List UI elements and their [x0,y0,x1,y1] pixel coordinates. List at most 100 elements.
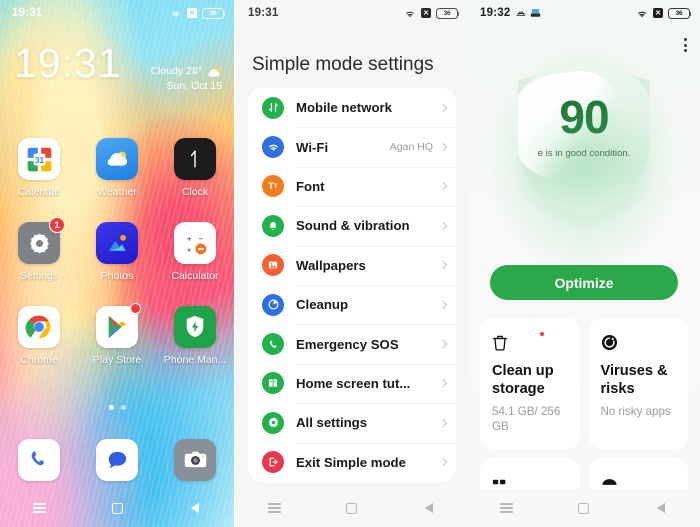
three-phone-screenshots: 19:31 ✕ 36 19:31 Cloudy 28° Sun, Oct 15 … [0,0,700,527]
status-bar-settings: 19:31 ✕ 36 [236,0,468,26]
settings-list: Mobile network Wi-Fi Agan HQ TT Font Sou… [248,88,456,482]
chrome-icon [18,306,60,348]
phone-panel-home: 19:31 ✕ 36 19:31 Cloudy 28° Sun, Oct 15 … [0,0,234,527]
settings-item-label: Home screen tut... [296,375,411,391]
card-viruses-and-risks[interactable]: Viruses & risks No risky apps [588,318,688,449]
settings-item-label: Cleanup [296,297,349,313]
trash-icon [492,331,568,353]
sound-vibration-icon [262,214,284,237]
dnd-icon: ✕ [421,8,431,18]
font-icon: TT [262,175,284,198]
navigation-bar-settings [236,489,468,527]
wifi-icon [170,8,182,19]
messages-icon [96,439,138,481]
app-label: Calculator [171,270,219,282]
dock [0,439,234,481]
settings-item-wifi[interactable]: Wi-Fi Agan HQ [248,127,456,166]
settings-item-label: Wallpapers [296,257,366,273]
wifi-icon [636,8,648,19]
card-clean-up-storage[interactable]: Clean up storage 54.1 GB/ 256 GB [480,318,580,449]
app-label: Phone Man... [163,354,227,366]
dnd-icon: ✕ [653,8,663,18]
home-button[interactable] [571,495,597,521]
page-dot-active[interactable] [108,405,114,410]
back-button[interactable] [182,495,208,521]
chevron-right-icon [438,300,448,309]
settings-item-cleanup[interactable]: Cleanup [248,284,456,324]
navigation-bar-manager [468,489,700,527]
card-subtitle: No risky apps [600,405,671,419]
app-label: Calendar [17,186,61,198]
app-item-play-store[interactable]: Play Store [78,303,156,366]
play-store-icon [96,303,141,348]
dock-item-messages[interactable] [78,439,156,481]
svg-text:31: 31 [34,154,44,164]
settings-item-label: Sound & vibration [296,218,410,234]
partly-cloudy-icon [206,66,222,78]
back-button[interactable] [648,495,674,521]
dock-item-camera[interactable] [156,439,234,481]
settings-item-emergency-sos[interactable]: Emergency SOS [248,324,456,363]
svg-text:−: − [198,234,203,243]
optimize-button[interactable]: Optimize [490,265,678,300]
settings-item-exit-simple-mode[interactable]: Exit Simple mode [248,442,456,482]
settings-icon: 1 [18,217,65,264]
settings-item-all-settings[interactable]: All settings [248,403,456,442]
settings-item-font[interactable]: TT Font [248,166,456,206]
settings-item-label: Wi-Fi [296,139,329,155]
card-title: Clean up storage [492,363,554,398]
recent-apps-button[interactable] [26,495,52,521]
home-button[interactable] [339,495,365,521]
settings-item-label: Exit Simple mode [296,454,406,470]
app-label: Settings [20,270,58,282]
app-item-weather[interactable]: Weather [78,138,156,198]
app-item-calculator[interactable]: + − × Calculator [156,222,234,282]
app-item-photos[interactable]: Photos [78,222,156,282]
settings-item-wallpapers[interactable]: Wallpapers [248,245,456,285]
app-label: Weather [97,186,137,198]
settings-item-home-screen-tutorial[interactable]: Home screen tut... [248,363,456,403]
app-item-clock[interactable]: Clock [156,138,234,198]
page-title: Simple mode settings [252,54,434,75]
status-bar-manager: 19:32 ✕ 36 [468,0,700,26]
wifi-icon [262,136,284,159]
app-label: Photos [100,270,134,282]
settings-item-label: All settings [296,415,368,431]
wallpapers-icon [262,254,284,277]
app-item-chrome[interactable]: Chrome [0,306,78,366]
weather-icon [96,138,138,180]
weather-date: Sun, Oct 15 [166,80,222,93]
svg-text:+: + [186,234,191,243]
page-dot[interactable] [120,405,126,410]
chevron-right-icon [438,182,448,191]
settings-item-sound-vibration[interactable]: Sound & vibration [248,206,456,245]
settings-item-mobile-network[interactable]: Mobile network [248,88,456,127]
home-screen-tutorial-icon [262,372,284,395]
virus-scan-icon [601,331,677,353]
vpn-icon [516,9,526,18]
weather-widget[interactable]: Cloudy 28° Sun, Oct 15 [151,64,222,94]
home-button[interactable] [104,495,130,521]
dock-item-phone[interactable] [0,439,78,481]
weather-condition: Cloudy 28° [150,65,202,77]
notification-badge: 1 [49,217,65,233]
calculator-icon: + − × [174,222,216,264]
chevron-right-icon [438,339,448,349]
cleanup-icon [262,293,284,316]
back-button[interactable] [416,495,442,521]
settings-item-label: Emergency SOS [296,336,399,352]
app-item-calendar[interactable]: 31 Calendar [0,138,78,198]
recent-apps-button[interactable] [494,495,520,521]
chevron-right-icon [438,379,448,388]
navigation-bar-home [0,489,234,527]
app-label: Play Store [92,354,142,366]
app-item-settings[interactable]: 1 Settings [0,217,78,282]
status-bar-home: 19:31 ✕ 36 [0,0,234,26]
status-time: 19:32 [480,7,511,19]
battery-indicator: 36 [202,7,225,19]
app-item-phone-manager[interactable]: Phone Man... [156,306,234,366]
calendar-icon: 31 [18,138,60,180]
recent-apps-button[interactable] [262,495,288,521]
settings-item-label: Mobile network [296,100,392,116]
overflow-menu-button[interactable] [684,38,687,52]
